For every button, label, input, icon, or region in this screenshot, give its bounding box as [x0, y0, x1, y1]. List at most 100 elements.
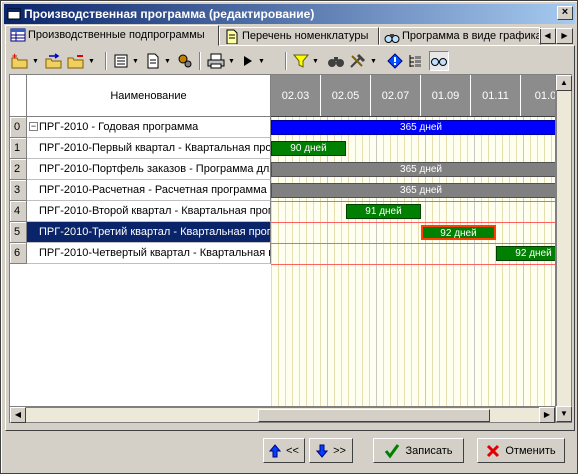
scroll-down-button[interactable]: ▼: [556, 406, 572, 422]
run-button[interactable]: ▼: [241, 51, 265, 71]
row-name-text: ПРГ-2010-Портфель заказов - Программа дл…: [39, 163, 270, 175]
tree-button[interactable]: [407, 51, 423, 71]
settings-icon: [178, 54, 192, 68]
timeline-gridline: [481, 117, 482, 406]
timeline-gridline: [278, 117, 279, 406]
table-row[interactable]: 5 ПРГ-2010-Третий квартал - Квартальная п…: [10, 222, 271, 243]
list-icon: [114, 54, 128, 68]
row-name-cell[interactable]: ПРГ-2010-Второй квартал - Квартальная пр…: [27, 201, 271, 222]
timeline-gridline: [418, 117, 419, 406]
timeline-gridline: [460, 117, 461, 406]
gantt-bar[interactable]: 365 дней: [271, 162, 555, 177]
timeline-column-header: 01.09: [421, 75, 471, 116]
tree-icon: [409, 55, 421, 67]
timeline-gridline: [348, 117, 349, 406]
timeline-gridline: [544, 117, 545, 406]
cancel-label: Отменить: [505, 444, 556, 457]
timeline-gridline: [523, 117, 524, 406]
timeline-gridline: [313, 117, 314, 406]
timeline-gridline: [446, 117, 447, 406]
timeline-gridline: [425, 117, 426, 406]
scroll-right-button[interactable]: ▶: [539, 407, 555, 423]
app-icon: [7, 8, 21, 20]
timeline-gridline: [474, 117, 475, 406]
arrow-up-icon: [269, 443, 282, 457]
table-row[interactable]: 3 ПРГ-2010-Расчетная - Расчетная программ…: [10, 180, 271, 201]
timeline-gridline: [341, 117, 342, 406]
toolbar-separator: [105, 52, 107, 70]
tab-scroll-right[interactable]: ▶: [556, 28, 573, 44]
row-name-cell[interactable]: − ПРГ-2010 - Годовая программа: [27, 117, 271, 138]
table-row[interactable]: 1 ПРГ-2010-Первый квартал - Квартальная п…: [10, 138, 271, 159]
row-name-cell[interactable]: ПРГ-2010-Портфель заказов - Программа дл…: [27, 159, 271, 180]
delete-folder-button[interactable]: ▼: [67, 51, 95, 71]
row-name-cell[interactable]: ПРГ-2010-Первый квартал - Квартальная пр…: [27, 138, 271, 159]
tools-button[interactable]: ▼: [349, 51, 377, 71]
row-separator-line: [271, 243, 555, 244]
table-row[interactable]: 0− ПРГ-2010 - Годовая программа: [10, 117, 271, 138]
timeline-gridline: [306, 117, 307, 406]
table-icon: [10, 28, 26, 42]
row-separator-line: [271, 264, 555, 265]
table-row[interactable]: 2 ПРГ-2010-Портфель заказов - Программа д…: [10, 159, 271, 180]
timeline-gridline: [362, 117, 363, 406]
tab-scroll: ◀ ▶: [539, 28, 573, 44]
row-name-cell[interactable]: ПРГ-2010-Третий квартал - Квартальная пр…: [27, 222, 271, 243]
tab-scroll-left[interactable]: ◀: [539, 28, 556, 44]
row-name-cell[interactable]: ПРГ-2010-Расчетная - Расчетная программа: [27, 180, 271, 201]
search-button[interactable]: [327, 51, 345, 71]
name-column-header[interactable]: Наименование: [27, 75, 271, 117]
tab-bar: Производственные подпрограммы Перечень н…: [5, 25, 575, 46]
gantt-bar[interactable]: 90 дней: [271, 141, 346, 156]
program-grid: Наименование 02.03 02.05 02.07 01.09 01.11 01…: [9, 74, 556, 407]
tree-collapse-toggle[interactable]: −: [29, 122, 38, 131]
list-button[interactable]: ▼: [113, 51, 139, 71]
cancel-button[interactable]: Отменить: [477, 438, 565, 463]
transfer-button[interactable]: [45, 51, 63, 71]
tools-icon: [350, 53, 366, 68]
glasses-button[interactable]: [429, 51, 449, 71]
gantt-bar[interactable]: 91 дней: [346, 204, 421, 219]
timeline-gridline: [502, 117, 503, 406]
row-name-cell[interactable]: ПРГ-2010-Четвертый квартал - Квартальная…: [27, 243, 271, 264]
settings-button[interactable]: [177, 51, 193, 71]
timeline-gridline: [432, 117, 433, 406]
prev-button[interactable]: <<: [263, 438, 305, 463]
close-button[interactable]: ×: [557, 6, 573, 20]
binoculars-icon: [384, 34, 400, 43]
tab-chart[interactable]: Программа в виде графика: [379, 27, 541, 45]
title-bar: Производственная программа (редактирован…: [4, 4, 575, 24]
toolbar: + ▼ ▼ ▼ ▼ ▼ ▼ ▼ ▼: [9, 49, 569, 73]
filter-button[interactable]: ▼: [293, 51, 319, 71]
scroll-up-button[interactable]: ▲: [556, 75, 572, 91]
timeline-gridline: [495, 117, 496, 406]
horizontal-scroll-thumb[interactable]: [258, 409, 490, 422]
row-number: 2: [10, 159, 27, 180]
gantt-bar[interactable]: 365 дней: [271, 183, 555, 198]
prev-label: <<: [286, 444, 299, 457]
add-folder-button[interactable]: + ▼: [11, 51, 39, 71]
tab-label: Программа в виде графика: [402, 30, 541, 42]
row-number-header: [10, 75, 27, 117]
table-row[interactable]: 4 ПРГ-2010-Второй квартал - Квартальная п…: [10, 201, 271, 222]
timeline-column-header: 01.11: [471, 75, 521, 116]
warning-button[interactable]: [387, 51, 403, 71]
gantt-timeline[interactable]: 365 дней 90 дней 365 дней 365 дней 91 дней 92…: [271, 117, 555, 406]
gantt-bar[interactable]: 92 дней: [421, 225, 496, 240]
table-row[interactable]: 6 ПРГ-2010-Четвертый квартал - Квартальна…: [10, 243, 271, 264]
gantt-bar[interactable]: 92 дней: [496, 246, 555, 261]
gantt-bar[interactable]: 365 дней: [271, 120, 555, 135]
save-button[interactable]: Записать: [373, 438, 464, 463]
print-button[interactable]: ▼: [207, 51, 235, 71]
vertical-scrollbar[interactable]: ▲ ▼: [556, 74, 572, 423]
horizontal-scrollbar[interactable]: ◀ ▶: [9, 407, 556, 423]
scroll-left-button[interactable]: ◀: [10, 407, 26, 423]
document-button[interactable]: ▼: [145, 51, 171, 71]
timeline-gridline: [383, 117, 384, 406]
timeline-gridline: [467, 117, 468, 406]
next-button[interactable]: >>: [309, 438, 353, 463]
tab-subprograms[interactable]: Производственные подпрограммы: [5, 25, 219, 46]
tab-nomenclature[interactable]: Перечень номенклатуры: [219, 27, 379, 45]
transfer-icon: [45, 53, 62, 69]
cross-icon: [487, 444, 500, 457]
